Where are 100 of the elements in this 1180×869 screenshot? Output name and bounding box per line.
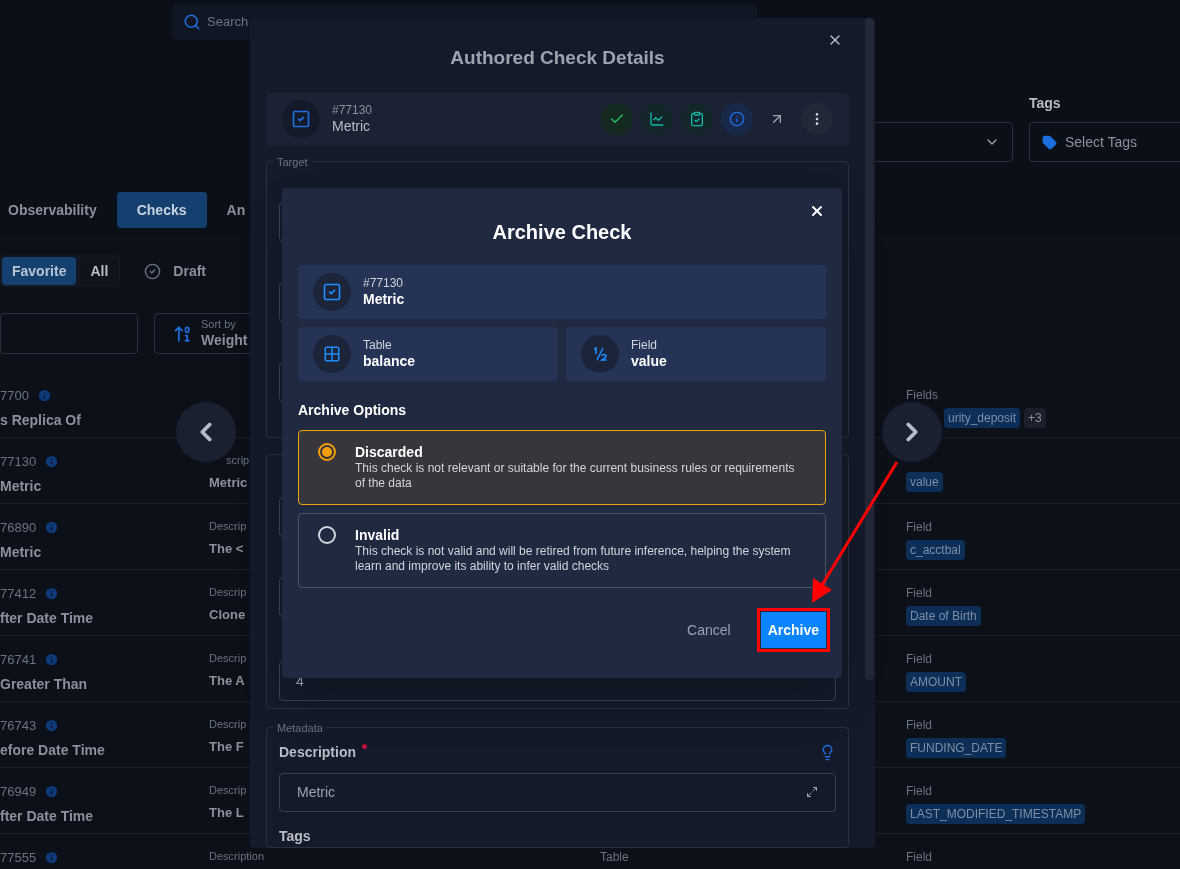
check-id: 77130	[0, 453, 37, 471]
check-id: 76890	[0, 519, 37, 537]
check-action-button[interactable]	[601, 103, 633, 136]
option-label: Invalid	[355, 526, 401, 544]
table-label: Table	[600, 849, 629, 866]
more-count: +3	[1024, 408, 1046, 428]
tags-select[interactable]: Select Tags	[1029, 122, 1180, 162]
expand-icon[interactable]	[806, 786, 818, 799]
description-value: The <	[209, 539, 244, 558]
info-icon	[44, 850, 60, 866]
check-name: efore Date Time	[0, 740, 105, 760]
options-title: Archive Options	[298, 401, 408, 420]
dialog-title: Archive Check	[491, 220, 633, 245]
description-label: Descrip	[209, 585, 247, 600]
tab[interactable]: Observability	[0, 192, 117, 228]
description-value: Metric	[209, 473, 248, 492]
filter-pill[interactable]: All	[80, 257, 119, 285]
info-icon	[44, 784, 60, 800]
check-name: fter Date Time	[0, 806, 94, 826]
tag-icon	[1042, 134, 1057, 150]
table-label: Table	[363, 337, 393, 353]
info-icon	[44, 454, 60, 470]
description-value: The F	[209, 737, 244, 756]
description-label: Description	[209, 849, 265, 864]
archive-button[interactable]: Archive	[760, 612, 826, 648]
tags-label: Tags	[1029, 94, 1062, 113]
modal-title: Authored Check Details	[449, 46, 666, 70]
field-tag: value	[906, 472, 943, 492]
cancel-button[interactable]: Cancel	[687, 619, 731, 641]
fraction-icon	[591, 345, 609, 363]
radio-button[interactable]	[318, 526, 336, 544]
tab[interactable]: An	[206, 192, 266, 228]
field-tag: c_acctbal	[906, 540, 965, 560]
check-id: 77555	[0, 849, 37, 867]
sort-label: Sort by	[201, 317, 237, 332]
info-icon	[44, 586, 60, 602]
fields-label: Field	[906, 651, 932, 668]
check-name: Greater Than	[0, 674, 88, 694]
field-tag: urity_deposit	[944, 408, 1021, 428]
description-value: The L	[209, 803, 244, 822]
field-name: value	[631, 352, 667, 371]
option-description: This check is not valid and will be retired from future inference, helping the system learn and improve its ability to infer valid checks	[355, 544, 792, 574]
check-id: 76743	[0, 717, 37, 735]
description-label: Description	[279, 743, 356, 762]
check-name: Metric	[0, 542, 42, 562]
description-value: The A	[209, 671, 245, 690]
check-id: #77130	[363, 275, 405, 291]
check-circle-icon	[144, 262, 162, 280]
check-id: 77412	[0, 585, 37, 603]
option-description: This check is not relevant or suitable for the current business rules or requirements of the data	[355, 461, 796, 491]
archive-option[interactable]: Discarded This check is not relevant or suitable for the current business rules or requirements of the data	[298, 430, 826, 505]
description-label: Descrip	[209, 519, 247, 534]
option-label: Discarded	[355, 443, 424, 461]
description-label: Descrip	[209, 651, 247, 666]
fields-label: Field	[906, 519, 932, 536]
check-name: Metric	[332, 118, 372, 136]
check-icon	[291, 109, 311, 130]
table-icon	[323, 345, 341, 363]
search-icon	[183, 13, 201, 31]
info-icon	[44, 718, 60, 734]
fields-label: Field	[906, 849, 932, 866]
fields-label: Field	[906, 717, 932, 734]
description-label: Descrip	[209, 717, 247, 732]
check-id: #77130	[332, 103, 374, 119]
filter-field[interactable]	[0, 313, 138, 354]
check-id: 76741	[0, 651, 37, 669]
draft-filter[interactable]: Draft	[173, 260, 207, 282]
tags-label: Tags	[279, 827, 312, 846]
sort-value: Weight	[201, 331, 248, 350]
field-label: Field	[631, 337, 658, 353]
check-id: 76949	[0, 783, 37, 801]
chart-action-button[interactable]	[641, 103, 673, 136]
description-label: Descrip	[209, 783, 247, 798]
chart-icon	[649, 111, 665, 128]
table-name: balance	[363, 352, 416, 371]
clipboard-action-button[interactable]	[681, 103, 713, 136]
info-icon	[44, 520, 60, 536]
close-icon[interactable]	[809, 203, 825, 219]
info-icon	[36, 388, 52, 404]
description-value: Clone	[209, 605, 246, 624]
field-tag: FUNDING_DATE	[906, 738, 1007, 758]
info-icon	[729, 111, 745, 128]
check-name: fter Date Time	[0, 608, 94, 628]
field-tag: Date of Birth	[906, 606, 981, 626]
archive-option[interactable]: Invalid This check is not valid and will be retired from future inference, helping the system learn and improve its ability to infer valid checks	[298, 513, 826, 588]
info-action-button[interactable]	[721, 103, 753, 136]
check-id: 7700	[0, 387, 29, 405]
check-icon	[322, 282, 342, 302]
tab[interactable]: Checks	[116, 192, 207, 228]
description-label: scrip	[226, 453, 250, 468]
filter-pill[interactable]: Favorite	[2, 257, 77, 285]
check-name: s Replica Of	[0, 410, 81, 430]
radio-button[interactable]	[318, 443, 336, 461]
check-name: Metric	[363, 290, 405, 309]
field-tag: LAST_MODIFIED_TIMESTAMP	[906, 804, 1086, 824]
description-field[interactable]: Metric	[279, 773, 836, 812]
scrollbar-thumb[interactable]	[865, 18, 874, 680]
fields-label: Field	[906, 783, 932, 800]
clipboard-icon	[689, 111, 705, 128]
fields-label: Field	[906, 585, 932, 602]
